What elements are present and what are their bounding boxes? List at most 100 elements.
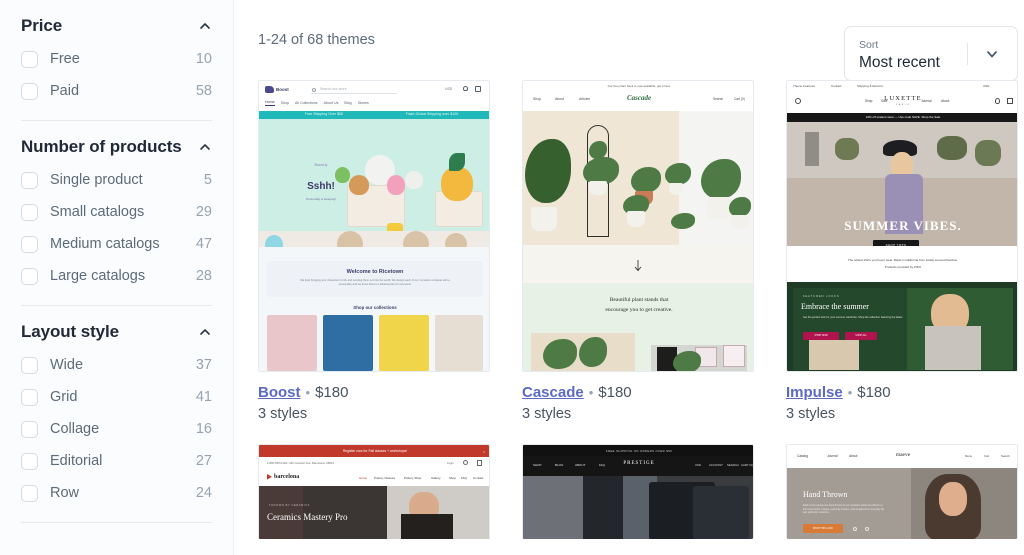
facet-number-of-products: Number of products Single product 5 Smal… (21, 121, 212, 292)
preview-art (693, 486, 749, 539)
theme-name-price: Impulse • $180 (786, 383, 1018, 402)
sort-value: Most recent (859, 54, 940, 71)
preview-art (835, 138, 859, 160)
chevron-down-icon[interactable] (981, 46, 1003, 62)
preview-tagline-line1: Beautiful plant stands that (609, 297, 669, 303)
facet-number-of-products-header[interactable]: Number of products (21, 121, 212, 164)
chevron-up-icon[interactable] (198, 325, 212, 339)
theme-thumbnail-dark-bags[interactable]: FREE SHIPPING ON ORDERS OVER $50 SHOP BL… (522, 444, 754, 539)
preview-banner: FEATURED LOOKS Embrace the summer Get th… (787, 282, 1017, 371)
facet-price-header[interactable]: Price (21, 0, 212, 43)
filter-option-paid[interactable]: Paid 58 (21, 75, 212, 107)
preview-brand: LUXETTE (884, 95, 922, 102)
checkbox-row[interactable] (21, 484, 38, 502)
filter-count: 28 (195, 268, 212, 284)
checkbox-single-product[interactable] (21, 171, 38, 189)
theme-name-link[interactable]: Boost (258, 384, 301, 401)
theme-thumbnail-cascade[interactable]: Our free plant book is now available, ge… (522, 80, 754, 372)
preview-nav: Shop About Articles Cascade Search Cart … (523, 89, 753, 111)
theme-grid: Boost Search our store USD Home Shop All… (234, 72, 1024, 539)
filter-count: 41 (195, 389, 212, 405)
facet-layout-style-title: Layout style (21, 322, 119, 341)
preview-nav-item: Shop (449, 476, 457, 480)
preview-currency: USD (983, 84, 990, 88)
account-icon (995, 98, 1000, 104)
checkbox-medium-catalogs[interactable] (21, 235, 38, 253)
preview-nav-item: Shop (280, 101, 289, 105)
checkbox-paid[interactable] (21, 82, 38, 100)
facet-layout-style-header[interactable]: Layout style (21, 306, 212, 349)
theme-name-price: Cascade • $180 (522, 383, 754, 402)
preview-art (449, 153, 465, 171)
preview-hero-kicker: THROWN BY CERAMICS (269, 504, 311, 507)
preview-nav-item: Cart (984, 454, 990, 458)
filter-option-single-product[interactable]: Single product 5 (21, 164, 212, 196)
filter-label: Small catalogs (50, 204, 145, 220)
carousel-dot[interactable] (853, 527, 857, 531)
preview-currency: USD (445, 87, 453, 91)
checkbox-wide[interactable] (21, 356, 38, 374)
theme-card: Boost Search our store USD Home Shop All… (258, 80, 490, 422)
theme-thumbnail-impulse[interactable]: Theme Features Contact Shipping & Return… (786, 80, 1018, 372)
filter-option-free[interactable]: Free 10 (21, 43, 212, 75)
filter-label: Grid (50, 389, 78, 405)
preview-nav-item: FAQ (461, 476, 468, 480)
preview-logo-mark (265, 86, 274, 93)
chevron-up-icon[interactable] (198, 140, 212, 154)
close-icon[interactable]: × (483, 449, 485, 454)
filter-option-medium-catalogs[interactable]: Medium catalogs 47 (21, 228, 212, 260)
carousel-dot[interactable] (865, 527, 869, 531)
preview-nav-item: Stories (357, 101, 369, 105)
preview-art (673, 351, 701, 371)
filter-count: 29 (195, 204, 212, 220)
checkbox-free[interactable] (21, 50, 38, 68)
checkbox-grid[interactable] (21, 388, 38, 406)
filter-option-collage[interactable]: Collage 16 (21, 413, 212, 445)
theme-name-link[interactable]: Impulse (786, 384, 843, 401)
cart-icon (1007, 98, 1013, 104)
filter-option-large-catalogs[interactable]: Large catalogs 28 (21, 260, 212, 292)
divider (21, 522, 212, 523)
filter-option-row[interactable]: Row 24 (21, 477, 212, 509)
checkbox-large-catalogs[interactable] (21, 267, 38, 285)
checkbox-small-catalogs[interactable] (21, 203, 38, 221)
filter-label: Editorial (50, 453, 103, 469)
preview-art (809, 340, 859, 370)
theme-price: $180 (598, 384, 632, 401)
preview-utility-item: Contact (831, 84, 842, 88)
theme-styles: 3 styles (522, 406, 572, 422)
preview-login-link[interactable]: Login (447, 461, 454, 465)
theme-name-link[interactable]: Cascade (522, 384, 584, 401)
theme-card: Catalog Journal About maeve Menu Cart Se… (786, 444, 1018, 539)
theme-styles: 3 styles (258, 406, 308, 422)
filter-option-grid[interactable]: Grid 41 (21, 381, 212, 413)
preview-nav: Home Shop All Collections About Us Blog … (265, 100, 369, 106)
storefront-preview-barcelona: Register now for Fall classes + workshop… (259, 445, 489, 539)
preview-section-body: We tried bringing your characters to lif… (300, 279, 450, 286)
checkbox-collage[interactable] (21, 420, 38, 438)
filter-option-editorial[interactable]: Editorial 27 (21, 445, 212, 477)
preview-tagline-line2: encourage you to get creative. (605, 307, 673, 313)
preview-nav-item: Pottery Shop (404, 476, 422, 480)
preview-announcement: Register now for Fall classes + workshop… (342, 449, 408, 453)
filter-option-small-catalogs[interactable]: Small catalogs 29 (21, 196, 212, 228)
preview-nav-item: Menu (965, 454, 972, 458)
preview-collection-tile (267, 315, 317, 371)
facet-number-of-products-title: Number of products (21, 137, 182, 156)
preview-blurb-line2: Products provided by PIKO (884, 265, 922, 269)
theme-price: $180 (315, 384, 349, 401)
sort-label: Sort (859, 39, 879, 51)
preview-utility-item: Theme Features (793, 84, 816, 88)
theme-thumbnail-boost[interactable]: Boost Search our store USD Home Shop All… (258, 80, 490, 372)
preview-brand: Boost (276, 87, 289, 92)
theme-thumbnail-hand-thrown[interactable]: Catalog Journal About maeve Menu Cart Se… (786, 444, 1018, 539)
preview-art (925, 326, 981, 370)
sort-select[interactable]: Sort Most recent (844, 26, 1018, 81)
preview-utility: 1-800-555-0199 | 440 Ceramic Ave, Barcel… (267, 461, 334, 465)
cart-icon (475, 86, 481, 92)
preview-section-heading: Welcome to Ricetown (346, 269, 404, 275)
theme-thumbnail-barcelona[interactable]: Register now for Fall classes + workshop… (258, 444, 490, 539)
checkbox-editorial[interactable] (21, 452, 38, 470)
chevron-up-icon[interactable] (198, 19, 212, 33)
filter-option-wide[interactable]: Wide 37 (21, 349, 212, 381)
